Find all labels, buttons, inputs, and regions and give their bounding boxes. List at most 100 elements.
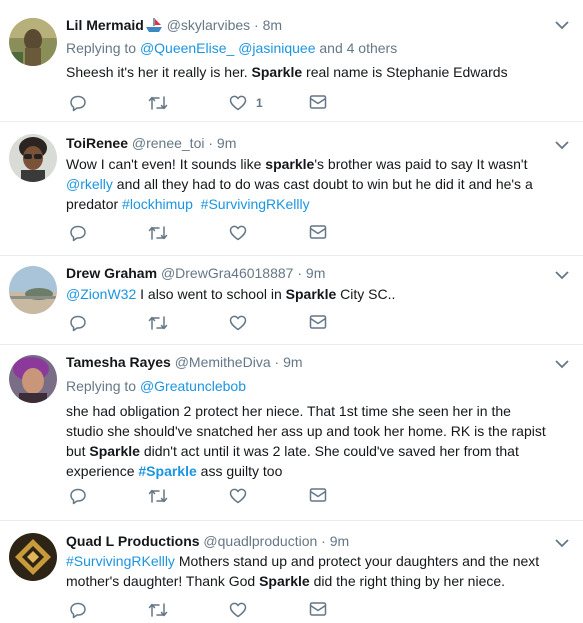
mention-link[interactable]: @QueenElise_ (140, 40, 234, 56)
tweet-text: Wow I can't even! It sounds like sparkle… (66, 154, 567, 214)
separator-dot: · (270, 354, 284, 370)
heart-icon (229, 95, 247, 111)
hashtag-link[interactable]: #SurvivingRKellly (66, 553, 175, 569)
like-button[interactable] (229, 224, 247, 242)
retweet-icon (148, 226, 168, 240)
highlight-keyword: sparkle (265, 156, 315, 172)
user-handle[interactable]: @skylarvibes (167, 17, 250, 33)
mention-link[interactable]: @rkelly (66, 176, 113, 192)
tweet-header: Quad L Productions @quadlproduction · 9m (66, 532, 349, 550)
tweet-header: Tamesha Rayes @MemitheDiva · 9m (66, 353, 303, 371)
heart-icon (229, 315, 247, 331)
retweet-button[interactable] (148, 94, 168, 112)
reply-button[interactable] (69, 224, 87, 242)
heart-icon (229, 488, 247, 504)
replying-to: Replying to @QueenElise_ @jasiniquee and… (66, 38, 397, 58)
user-handle[interactable]: @renee_toi (132, 135, 205, 151)
user-handle[interactable]: @DrewGra46018887 (161, 265, 294, 281)
direct-message-button[interactable] (309, 94, 327, 110)
display-name[interactable]: Tamesha Rayes (66, 354, 171, 370)
text-segment (193, 196, 201, 212)
hashtag-link[interactable]: #SurvivingRKellly (201, 196, 310, 212)
display-name[interactable]: Drew Graham (66, 265, 157, 281)
tweet-text: #SurvivingRKellly Mothers stand up and p… (66, 551, 567, 591)
chevron-down-icon[interactable] (553, 136, 571, 154)
tweet-header: ToiRenee @renee_toi · 9m (66, 134, 236, 152)
chevron-down-icon[interactable] (553, 16, 571, 34)
text-segment: ass guilty too (196, 463, 283, 479)
hashtag-link[interactable]: #Sparkle (138, 463, 196, 479)
retweet-button[interactable] (148, 224, 168, 242)
envelope-icon (309, 225, 327, 239)
separator-dot: · (317, 533, 330, 549)
avatar[interactable] (9, 266, 57, 314)
tweet-feed: Lil Mermaid @skylarvibes · 8m Replying t… (0, 0, 583, 619)
replying-to: Replying to @Greatunclebob (66, 376, 246, 396)
direct-message-button[interactable] (309, 224, 327, 240)
reply-button[interactable] (69, 94, 87, 112)
like-button[interactable] (229, 487, 247, 505)
display-name[interactable]: Quad L Productions (66, 533, 200, 549)
like-button[interactable] (229, 601, 247, 619)
reply-icon (70, 315, 86, 332)
direct-message-button[interactable] (309, 487, 327, 503)
text-segment: City SC.. (336, 286, 396, 302)
text-segment: I also went to school in (136, 286, 286, 302)
display-name[interactable]: ToiRenee (66, 135, 128, 151)
retweet-icon (148, 603, 168, 617)
avatar[interactable] (9, 533, 57, 581)
envelope-icon (309, 602, 327, 616)
timestamp[interactable]: 9m (306, 265, 325, 281)
tweet: Lil Mermaid @skylarvibes · 8m Replying t… (0, 0, 583, 122)
retweet-button[interactable] (148, 601, 168, 619)
user-handle[interactable]: @quadlproduction (203, 533, 317, 549)
avatar[interactable] (9, 134, 57, 182)
envelope-icon (309, 315, 327, 329)
user-handle[interactable]: @MemitheDiva (175, 354, 271, 370)
reply-icon (70, 602, 86, 619)
tweet-actions (66, 601, 366, 623)
envelope-icon (309, 488, 327, 502)
display-name[interactable]: Lil Mermaid (66, 17, 144, 33)
text-segment: Sheesh it's her it really is her. (66, 64, 252, 80)
highlight-keyword: Sparkle (251, 64, 303, 80)
envelope-icon (309, 95, 327, 109)
separator-dot: · (204, 135, 217, 151)
like-button[interactable]: 1 (229, 94, 263, 112)
direct-message-button[interactable] (309, 314, 327, 330)
tweet-actions (66, 487, 366, 509)
reply-button[interactable] (69, 487, 87, 505)
retweet-button[interactable] (148, 314, 168, 332)
chevron-down-icon[interactable] (553, 534, 571, 552)
chevron-down-icon[interactable] (553, 266, 571, 284)
tweet: ToiRenee @renee_toi · 9m Wow I can't eve… (0, 122, 583, 256)
avatar[interactable] (9, 18, 57, 66)
hashtag-link[interactable]: #lockhimup (122, 196, 193, 212)
tweet-text: @ZionW32 I also went to school in Sparkl… (66, 284, 411, 304)
avatar[interactable] (9, 355, 57, 403)
like-button[interactable] (229, 314, 247, 332)
tweet: Quad L Productions @quadlproduction · 9m… (0, 521, 583, 619)
others-label: and 4 others (315, 40, 398, 56)
timestamp[interactable]: 9m (283, 354, 302, 370)
mention-link[interactable]: @Greatunclebob (140, 378, 246, 394)
tweet-actions: 1 (66, 94, 366, 116)
timestamp[interactable]: 9m (217, 135, 236, 151)
reply-button[interactable] (69, 601, 87, 619)
mention-link[interactable]: @jasiniquee (238, 40, 315, 56)
highlight-keyword: Sparkle (89, 443, 140, 459)
text-segment: did the right thing by her niece. (309, 573, 506, 589)
reply-icon (70, 95, 86, 112)
heart-icon (229, 602, 247, 618)
heart-icon (229, 225, 247, 241)
text-segment: 's brother was paid to say It wasn't (314, 156, 528, 172)
separator-dot: · (293, 265, 306, 281)
direct-message-button[interactable] (309, 601, 327, 617)
timestamp[interactable]: 8m (263, 17, 282, 33)
tweet-actions (66, 224, 366, 246)
retweet-button[interactable] (148, 487, 168, 505)
mention-link[interactable]: @ZionW32 (66, 286, 136, 302)
reply-button[interactable] (69, 314, 87, 332)
timestamp[interactable]: 9m (330, 533, 349, 549)
chevron-down-icon[interactable] (553, 355, 571, 373)
